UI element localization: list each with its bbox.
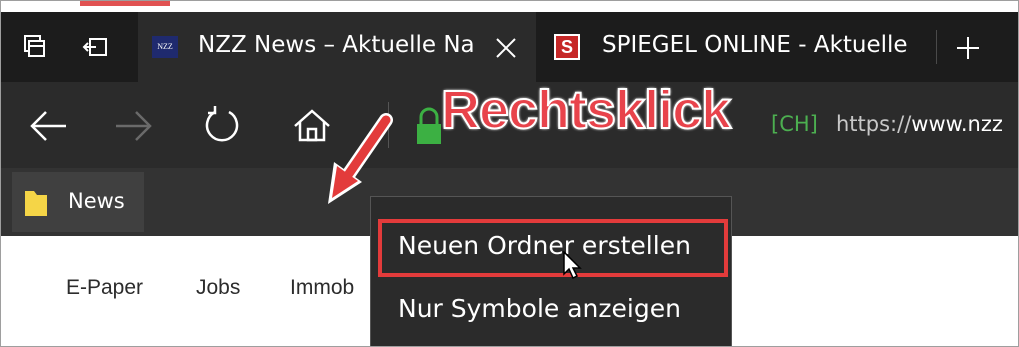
tab-preview-icon[interactable] — [22, 34, 50, 62]
nav-link-epaper[interactable]: E-Paper — [66, 276, 143, 300]
back-arrow-icon[interactable] — [26, 104, 70, 148]
highlight-box — [378, 219, 728, 277]
top-red-mark — [80, 0, 170, 6]
favorites-folder-label: News — [68, 189, 125, 213]
forward-arrow-icon[interactable] — [112, 104, 156, 148]
url-host: www.nzz — [911, 112, 1003, 136]
annotation-label: Rechtsklick — [440, 79, 732, 141]
url-scheme: https:// — [836, 112, 912, 136]
favorites-folder-news[interactable]: News — [12, 172, 144, 232]
tab-title: NZZ News – Aktuelle Na — [198, 32, 475, 58]
tab-spiegel[interactable]: S SPIEGEL ONLINE - Aktuelle — [540, 12, 936, 82]
nav-link-jobs[interactable]: Jobs — [196, 276, 240, 300]
tab-separator — [936, 30, 937, 64]
nzz-favicon: NZZ — [152, 36, 178, 58]
certificate-label[interactable]: [CH] — [771, 112, 818, 136]
menu-item-icons-only[interactable]: Nur Symbole anzeigen — [398, 294, 681, 323]
top-strip — [0, 0, 1019, 12]
refresh-icon[interactable] — [200, 104, 244, 148]
annotation-arrow-icon — [320, 108, 400, 210]
address-bar[interactable]: https://www.nzz — [836, 112, 1003, 136]
folder-icon — [24, 189, 48, 217]
tab-title: SPIEGEL ONLINE - Aktuelle — [602, 32, 908, 58]
close-icon[interactable] — [492, 34, 520, 62]
tab-nzz[interactable]: NZZ NZZ News – Aktuelle Na — [138, 12, 536, 82]
plus-icon[interactable] — [954, 34, 982, 62]
set-aside-tabs-icon[interactable] — [82, 34, 110, 62]
nav-link-immobilien[interactable]: Immob — [290, 276, 354, 300]
mouse-cursor-icon — [563, 250, 585, 281]
spiegel-favicon: S — [554, 34, 580, 60]
browser-screenshot: NZZ NZZ News – Aktuelle Na S SPIEGEL ONL… — [0, 0, 1019, 347]
